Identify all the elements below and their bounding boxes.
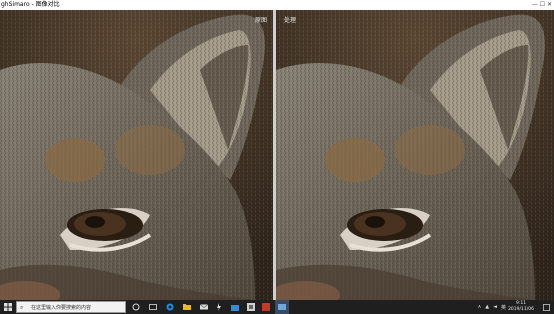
active-app-icon[interactable] — [275, 300, 289, 314]
search-placeholder: 在这里输入你要搜索的内容 — [31, 305, 92, 311]
input-language[interactable]: 英 — [501, 304, 506, 311]
settings-icon[interactable] — [245, 300, 257, 314]
network-icon[interactable]: ▲ — [485, 304, 489, 310]
search-icon: ⌕ — [20, 304, 24, 311]
grid-view-icon[interactable] — [147, 300, 159, 314]
clock-date: 2019/11/06 — [508, 307, 534, 312]
window-title: ghSimaro - 图像对比 — [1, 1, 60, 8]
task-view-icon[interactable] — [130, 300, 142, 314]
clock[interactable]: 9:11 2019/11/06 — [508, 301, 534, 313]
lynx-image-original — [0, 10, 273, 300]
volume-icon[interactable]: ◄ — [493, 304, 497, 310]
taskbar-search-input[interactable]: ⌕ 在这里输入你要搜索的内容 — [16, 301, 126, 313]
left-pane-label: 原图 — [254, 17, 267, 24]
lynx-image-processed — [276, 10, 554, 300]
taskbar: ⌕ 在这里输入你要搜索的内容 ∧ ▲ ◄ 英 9:11 2019/11/06 — [0, 300, 554, 314]
store-icon[interactable] — [229, 300, 241, 314]
app-icon[interactable] — [213, 300, 225, 314]
notification-icon[interactable] — [540, 300, 552, 314]
edge-icon[interactable] — [164, 300, 176, 314]
chevron-up-icon[interactable]: ∧ — [478, 304, 482, 310]
windows-start-icon[interactable] — [2, 300, 14, 314]
file-explorer-icon[interactable] — [181, 300, 193, 314]
left-image-pane[interactable]: 原图 — [0, 10, 273, 300]
mail-icon[interactable] — [198, 300, 210, 314]
right-pane-label: 处理 — [284, 17, 297, 24]
image-compare-area: 原图 处理 — [0, 10, 554, 300]
right-image-pane[interactable]: 处理 — [276, 10, 554, 300]
window-controls[interactable]: — ☐ ✕ — [532, 0, 552, 10]
window-titlebar[interactable]: ghSimaro - 图像对比 — ☐ ✕ — [0, 0, 554, 10]
photos-icon[interactable] — [260, 300, 272, 314]
system-tray: ∧ ▲ ◄ 英 — [478, 300, 506, 314]
